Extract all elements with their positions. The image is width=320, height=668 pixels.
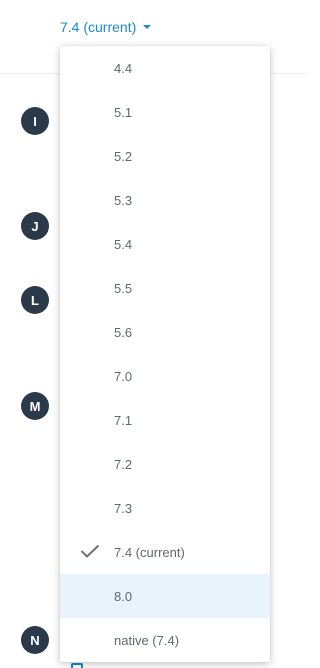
version-option-label: 5.6 <box>114 324 133 340</box>
version-option-7-1[interactable]: 7.1 <box>60 398 270 442</box>
version-option-label: 7.3 <box>114 500 133 516</box>
version-option-label: 7.1 <box>114 412 133 428</box>
version-option-7-0[interactable]: 7.0 <box>60 354 270 398</box>
version-option-label: native (7.4) <box>114 632 180 648</box>
version-option-5-6[interactable]: 5.6 <box>60 310 270 354</box>
version-option-5-3[interactable]: 5.3 <box>60 178 270 222</box>
version-option-5-5[interactable]: 5.5 <box>60 266 270 310</box>
version-option-label: 5.4 <box>114 236 133 252</box>
version-option-5-4[interactable]: 5.4 <box>60 222 270 266</box>
caret-down-icon <box>143 25 152 29</box>
version-option-label: 5.2 <box>114 148 133 164</box>
version-option-4-4[interactable]: 4.4 <box>60 46 270 90</box>
version-option-5-2[interactable]: 5.2 <box>60 134 270 178</box>
version-option-7-2[interactable]: 7.2 <box>60 442 270 486</box>
checkbox[interactable] <box>71 663 83 668</box>
version-option-label: 5.5 <box>114 280 133 296</box>
version-option-7-3[interactable]: 7.3 <box>60 486 270 530</box>
version-option-8-0[interactable]: 8.0 <box>60 574 270 618</box>
version-option-7-4-current[interactable]: 7.4 (current) <box>60 530 270 574</box>
version-option-label: 5.1 <box>114 104 133 120</box>
version-option-5-1[interactable]: 5.1 <box>60 90 270 134</box>
letter-index-m[interactable]: M <box>21 392 49 420</box>
letter-index-j[interactable]: J <box>21 212 49 240</box>
version-dropdown-label: 7.4 (current) <box>60 19 137 35</box>
version-option-label: 7.4 (current) <box>114 544 185 560</box>
version-option-native[interactable]: native (7.4) <box>60 618 270 662</box>
version-dropdown-menu: 4.4 5.1 5.2 5.3 5.4 5.5 5.6 7.0 7.1 7.2 <box>60 46 270 662</box>
checkmark-icon <box>80 544 100 558</box>
version-option-label: 8.0 <box>114 588 133 604</box>
page: 7.4 (current) I J L M N 4.4 5.1 5.2 5.3 … <box>0 0 309 668</box>
version-option-label: 5.3 <box>114 192 133 208</box>
letter-index-i[interactable]: I <box>21 107 49 135</box>
version-option-label: 7.0 <box>114 368 133 384</box>
version-option-label: 7.2 <box>114 456 133 472</box>
letter-index-l[interactable]: L <box>21 286 49 314</box>
version-dropdown-toggle[interactable]: 7.4 (current) <box>60 17 152 37</box>
version-option-label: 4.4 <box>114 60 133 76</box>
letter-index-n[interactable]: N <box>21 626 49 654</box>
